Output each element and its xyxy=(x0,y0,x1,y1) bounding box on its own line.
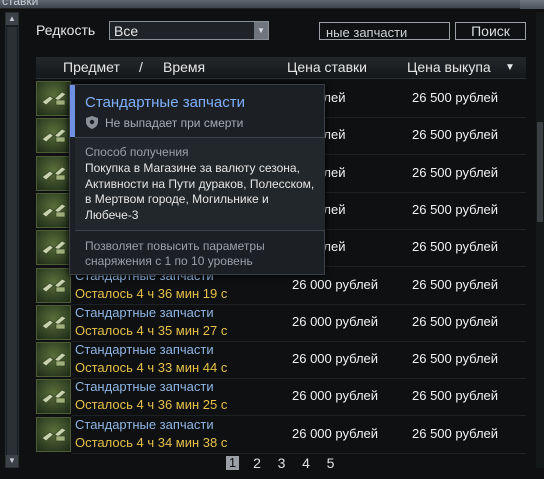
buyout-price[interactable]: 26 500 рублей xyxy=(412,388,498,403)
page-1[interactable]: 1 xyxy=(226,456,239,470)
buyout-price[interactable]: 26 500 рублей xyxy=(412,277,498,292)
window-titlebar: ставки xyxy=(0,0,544,9)
spare-parts-icon xyxy=(36,230,71,266)
item-name[interactable]: Стандартные запчасти xyxy=(75,305,214,320)
buyout-price[interactable]: 26 500 рублей xyxy=(412,165,498,180)
buyout-price[interactable]: 26 500 рублей xyxy=(412,202,498,217)
table-row[interactable]: Стандартные запчасти Осталось 4 ч 34 мин … xyxy=(36,416,526,454)
buyout-price[interactable]: 26 500 рублей xyxy=(412,90,498,105)
time-left: Осталось 4 ч 33 мин 44 с xyxy=(75,360,228,376)
spare-parts-icon xyxy=(36,192,71,228)
right-scroll-thumb[interactable] xyxy=(537,122,543,222)
scroll-up-icon[interactable]: ▲ xyxy=(6,13,18,25)
search-input[interactable]: ные запчасти xyxy=(319,22,450,40)
spare-parts-icon xyxy=(36,155,71,191)
shield-icon xyxy=(86,116,98,129)
buyout-price[interactable]: 26 500 рублей xyxy=(412,239,498,254)
spare-parts-icon xyxy=(36,118,71,154)
rarity-dropdown[interactable]: Все ▼ xyxy=(109,21,269,40)
page-3[interactable]: 3 xyxy=(275,455,288,471)
spare-parts-icon xyxy=(36,379,71,415)
row-divider xyxy=(72,452,526,454)
window-title: ставки xyxy=(2,0,39,8)
spare-parts-icon xyxy=(36,81,71,116)
table-row[interactable]: Стандартные запчасти Осталось 4 ч 33 мин … xyxy=(36,342,526,380)
rarity-value: Все xyxy=(114,23,139,39)
table-row[interactable]: Стандартные запчасти Осталось 4 ч 35 мин … xyxy=(36,304,526,342)
buyout-price[interactable]: 26 500 рублей xyxy=(412,127,498,142)
table-header: Предмет / Время Цена ставки Цена выкупа … xyxy=(36,57,526,79)
time-left: Осталось 4 ч 36 мин 25 с xyxy=(75,397,228,413)
scroll-thumb[interactable] xyxy=(7,27,17,455)
bid-price: 26 000 рублей xyxy=(292,425,379,441)
bid-price: 26 000 рублей xyxy=(292,351,379,367)
item-name[interactable]: Стандартные запчасти xyxy=(75,342,214,357)
spare-parts-icon xyxy=(36,304,71,340)
scroll-down-icon[interactable]: ▼ xyxy=(6,455,18,467)
bid-price: 26 000 рублей xyxy=(292,313,379,329)
column-separator: / xyxy=(139,59,143,75)
item-name[interactable]: Стандартные запчасти xyxy=(75,417,214,432)
sort-desc-icon[interactable]: ▼ xyxy=(505,62,515,73)
tooltip-title: Стандартные запчасти xyxy=(85,94,245,111)
titlebar-corner xyxy=(520,0,544,9)
spare-parts-icon xyxy=(36,342,71,378)
time-left: Осталось 4 ч 34 мин 38 с xyxy=(75,434,228,450)
time-left: Осталось 4 ч 36 мин 19 с xyxy=(75,285,228,301)
column-item[interactable]: Предмет xyxy=(63,59,120,75)
spare-parts-icon xyxy=(36,416,71,452)
left-scrollbar[interactable]: ▲ ▼ xyxy=(5,12,19,468)
tooltip-divider xyxy=(75,230,325,231)
table-row[interactable]: Стандартные запчасти Осталось 4 ч 36 мин … xyxy=(36,379,526,417)
search-button[interactable]: Поиск xyxy=(455,22,526,40)
column-time[interactable]: Время xyxy=(163,59,205,75)
page-2[interactable]: 2 xyxy=(251,455,264,471)
item-description: Позволяет повысить параметры снаряжения … xyxy=(85,239,265,268)
obtain-header: Способ получения xyxy=(85,145,189,159)
page-5[interactable]: 5 xyxy=(324,455,337,471)
buyout-price[interactable]: 26 500 рублей xyxy=(412,351,498,366)
bid-price: 26 000 рублей xyxy=(292,388,379,404)
chevron-down-icon[interactable]: ▼ xyxy=(254,22,268,39)
right-scrollbar[interactable] xyxy=(536,12,544,468)
bid-price: 26 000 рублей xyxy=(292,276,379,292)
no-drop-note: Не выпадает при смерти xyxy=(105,116,244,130)
item-name[interactable]: Стандартные запчасти xyxy=(75,379,214,394)
tooltip-accent xyxy=(70,85,75,137)
rarity-label: Редкость xyxy=(36,22,96,38)
buyout-price[interactable]: 26 500 рублей xyxy=(412,426,498,441)
buyout-price[interactable]: 26 500 рублей xyxy=(412,314,498,329)
spare-parts-icon xyxy=(36,267,71,303)
column-bid[interactable]: Цена ставки xyxy=(287,59,367,75)
obtain-text: Покупка в Магазине за валюту сезона, Акт… xyxy=(85,161,315,222)
column-buyout[interactable]: Цена выкупа xyxy=(407,59,491,75)
item-tooltip: Стандартные запчасти Не выпадает при сме… xyxy=(69,84,325,275)
time-left: Осталось 4 ч 35 мин 27 с xyxy=(75,322,228,338)
page-4[interactable]: 4 xyxy=(300,455,313,471)
